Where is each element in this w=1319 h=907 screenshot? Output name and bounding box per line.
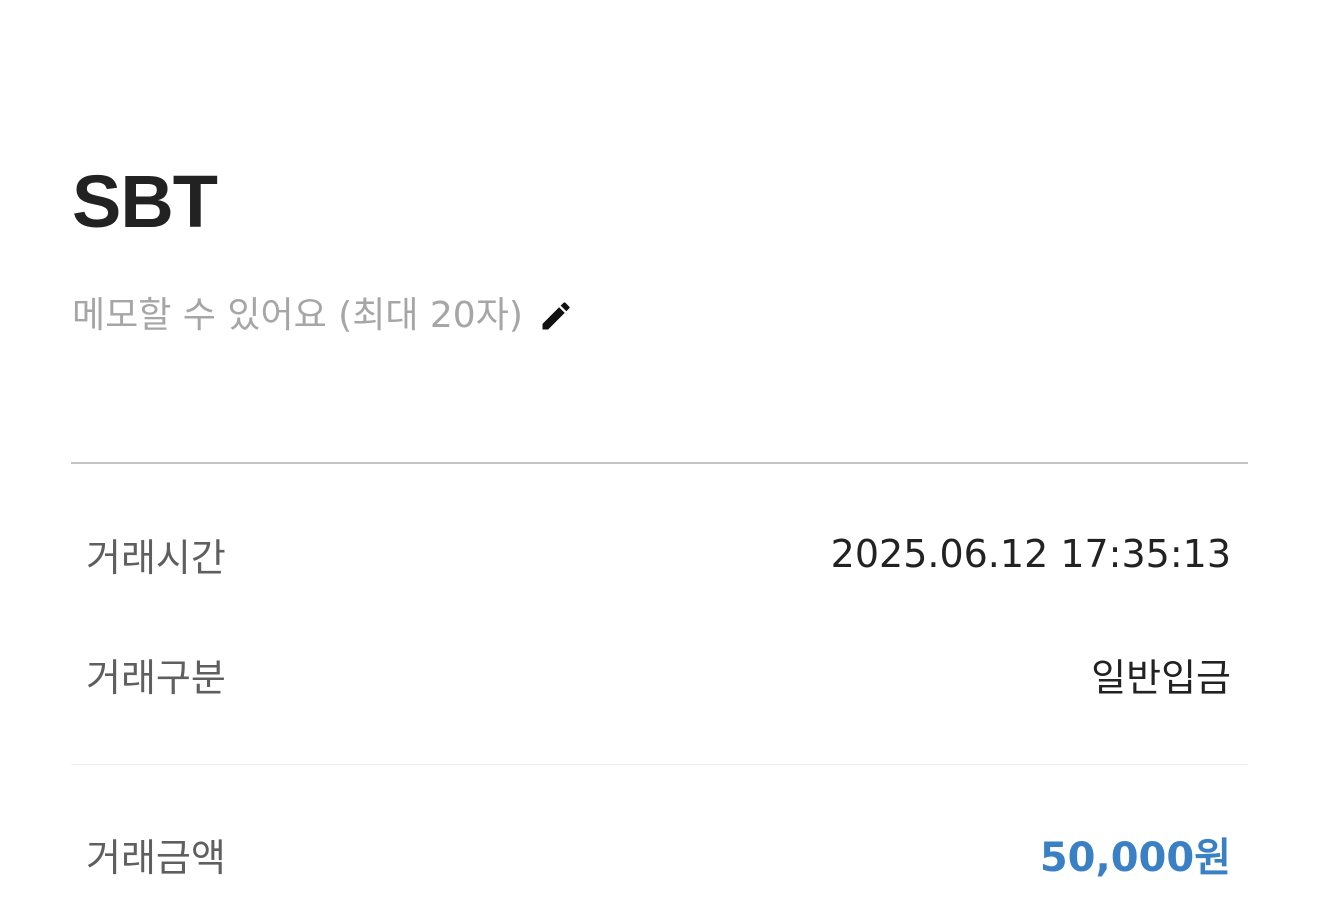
- amount-label: 거래금액: [86, 835, 226, 880]
- pencil-icon[interactable]: [537, 297, 575, 335]
- page-title: SBT: [72, 160, 218, 243]
- time-label: 거래시간: [86, 535, 226, 580]
- memo-edit-button[interactable]: 메모할 수 있어요 (최대 20자): [72, 294, 575, 338]
- detail-row-type: 거래구분 일반입금: [86, 649, 1231, 700]
- time-value: 2025.06.12 17:35:13: [830, 532, 1231, 576]
- transaction-detail-page: SBT 메모할 수 있어요 (최대 20자) 거래시간 2025.06.12 1…: [0, 0, 1319, 907]
- type-value: 일반입금: [1091, 655, 1231, 700]
- detail-row-time: 거래시간 2025.06.12 17:35:13: [86, 529, 1231, 580]
- row-divider: [71, 764, 1248, 765]
- detail-row-amount: 거래금액 50,000원: [86, 829, 1231, 881]
- section-divider: [71, 462, 1248, 464]
- amount-value: 50,000원: [1039, 835, 1231, 881]
- type-label: 거래구분: [86, 655, 226, 700]
- memo-placeholder: 메모할 수 있어요 (최대 20자): [72, 295, 523, 336]
